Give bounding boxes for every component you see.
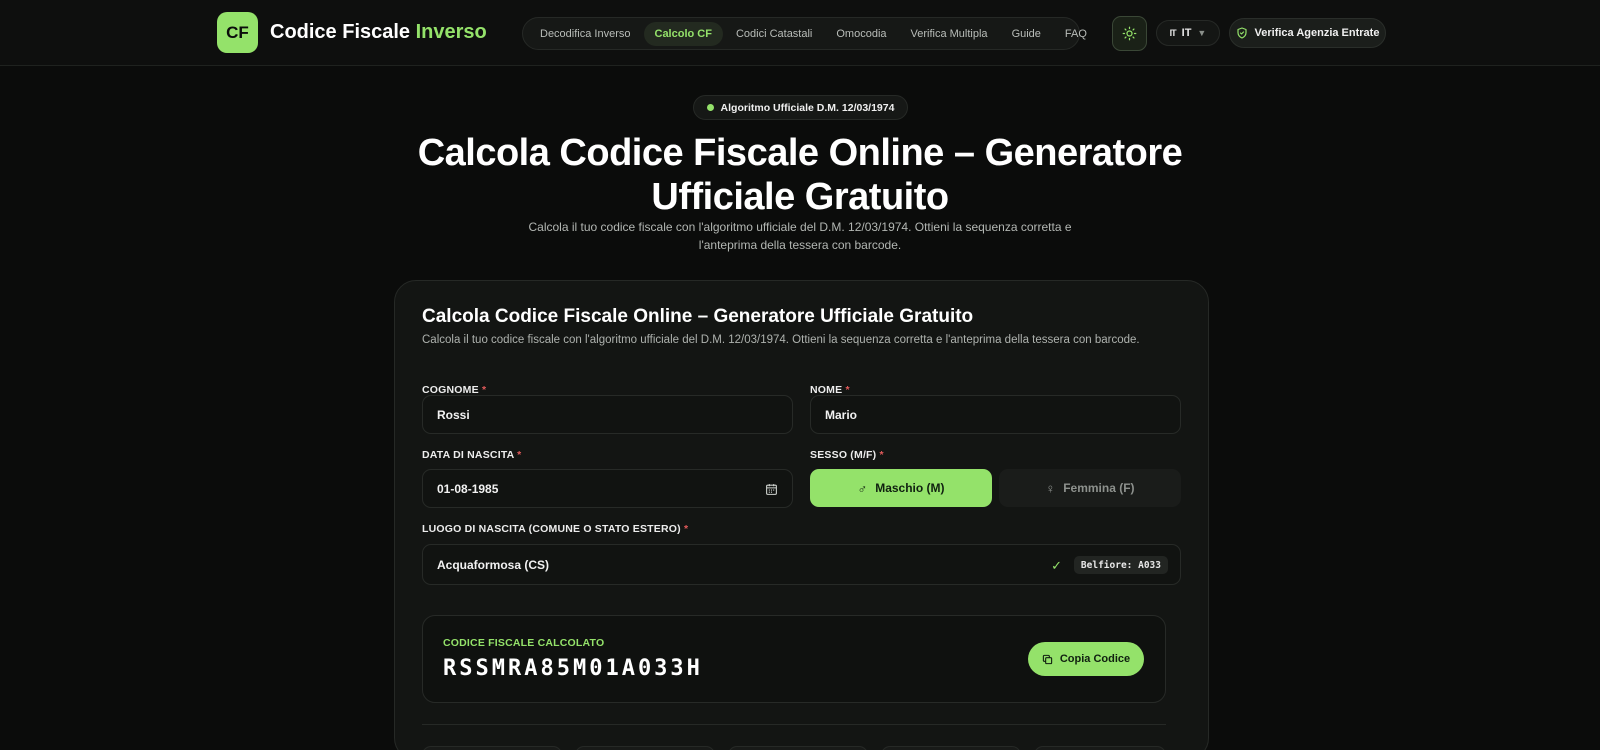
- nav-item-omocodia[interactable]: Omocodia: [825, 22, 897, 46]
- card-title: Calcola Codice Fiscale Online – Generato…: [422, 306, 974, 327]
- logo-badge[interactable]: CF: [217, 12, 258, 53]
- male-icon: ♂: [857, 480, 868, 496]
- codice-fiscale-result: RSSMRA85M01A033H: [443, 656, 703, 681]
- page-title: Calcola Codice Fiscale Online – Generato…: [417, 132, 1183, 218]
- algorithm-badge-label: Algoritmo Ufficiale D.M. 12/03/1974: [720, 101, 895, 114]
- bottom-tab[interactable]: [881, 746, 1021, 750]
- luogo-nascita-value: Acquaformosa (CS): [437, 557, 550, 572]
- data-nascita-label-text: DATA DI NASCITA: [422, 449, 515, 461]
- chevron-down-icon: ▼: [1197, 28, 1207, 38]
- status-dot-icon: [706, 104, 714, 111]
- calendar-icon[interactable]: [765, 483, 778, 496]
- nome-value: Mario: [825, 407, 858, 422]
- data-nascita-value: 01-08-1985: [437, 481, 499, 496]
- theme-toggle-button[interactable]: [1112, 16, 1147, 51]
- sun-icon: [1122, 26, 1137, 41]
- main-nav: Decodifica Inverso Calcolo CF Codici Cat…: [522, 17, 1087, 50]
- nav-item-verifica-multipla[interactable]: Verifica Multipla: [900, 22, 999, 46]
- sesso-label-text: SESSO (M/F): [810, 449, 877, 461]
- nav-item-decodifica-inverso[interactable]: Decodifica Inverso: [529, 22, 642, 46]
- brand-accent: Inverso: [415, 21, 487, 43]
- sesso-maschio-button[interactable]: ♂ Maschio (M): [810, 469, 992, 507]
- nav-item-calcolo-cf[interactable]: Calcolo CF: [643, 21, 723, 46]
- bottom-tab[interactable]: [1034, 746, 1166, 750]
- flag-icon: IT: [1169, 28, 1177, 38]
- nome-input[interactable]: Mario: [810, 395, 1181, 434]
- copy-code-label: Copia Codice: [1059, 653, 1131, 665]
- luogo-nascita-label-text: LUOGO DI NASCITA (COMUNE O STATO ESTERO): [422, 523, 681, 535]
- result-label: CODICE FISCALE CALCOLATO: [443, 637, 605, 649]
- copy-icon: [1042, 654, 1053, 664]
- required-mark: *: [517, 449, 522, 461]
- page-subtitle: Calcola il tuo codice fiscale con l'algo…: [528, 220, 1072, 252]
- sesso-maschio-label: Maschio (M): [875, 481, 945, 495]
- check-icon: ✓: [1051, 558, 1062, 573]
- data-nascita-input[interactable]: 01-08-1985: [422, 469, 793, 508]
- required-mark: *: [879, 449, 884, 461]
- top-header: CF Codice Fiscale Inverso Decodifica Inv…: [0, 0, 1600, 66]
- luogo-nascita-label: LUOGO DI NASCITA (COMUNE O STATO ESTERO)…: [422, 523, 688, 535]
- algorithm-badge: Algoritmo Ufficiale D.M. 12/03/1974: [693, 95, 908, 120]
- sesso-femmina-button[interactable]: ♀ Femmina (F): [999, 469, 1181, 507]
- language-selector[interactable]: IT IT ▼: [1156, 20, 1220, 46]
- divider: [422, 724, 1166, 725]
- brand-main: Codice Fiscale: [270, 21, 411, 43]
- nav-item-codici-catastali[interactable]: Codici Catastali: [725, 22, 823, 46]
- female-icon: ♀: [1045, 480, 1056, 496]
- required-mark: *: [683, 523, 689, 535]
- result-panel: CODICE FISCALE CALCOLATO RSSMRA85M01A033…: [422, 615, 1166, 703]
- copy-code-button[interactable]: Copia Codice: [1028, 642, 1144, 676]
- sesso-label: SESSO (M/F) *: [810, 449, 884, 461]
- bottom-tab[interactable]: [728, 746, 868, 750]
- bottom-tab[interactable]: [575, 746, 715, 750]
- verify-agenzia-label: Verifica Agenzia Entrate: [1254, 27, 1380, 39]
- brand-name[interactable]: Codice Fiscale Inverso: [270, 21, 487, 44]
- luogo-nascita-input[interactable]: Acquaformosa (CS) ✓ Belfiore: A033: [422, 544, 1181, 585]
- cognome-value: Rossi: [437, 407, 470, 422]
- bottom-tab[interactable]: [422, 746, 562, 750]
- data-nascita-label: DATA DI NASCITA *: [422, 449, 521, 461]
- language-code: IT: [1181, 27, 1192, 39]
- nav-item-guide[interactable]: Guide: [1001, 22, 1052, 46]
- belfiore-badge: Belfiore: A033: [1073, 556, 1168, 574]
- cognome-input[interactable]: Rossi: [422, 395, 793, 434]
- card-subtitle: Calcola il tuo codice fiscale con l'algo…: [422, 334, 1140, 346]
- sesso-femmina-label: Femmina (F): [1063, 481, 1135, 495]
- nav-item-faq[interactable]: FAQ: [1054, 22, 1098, 46]
- calculator-card: Calcola Codice Fiscale Online – Generato…: [394, 280, 1209, 750]
- shield-check-icon: [1236, 27, 1247, 39]
- verify-agenzia-button[interactable]: Verifica Agenzia Entrate: [1229, 18, 1386, 48]
